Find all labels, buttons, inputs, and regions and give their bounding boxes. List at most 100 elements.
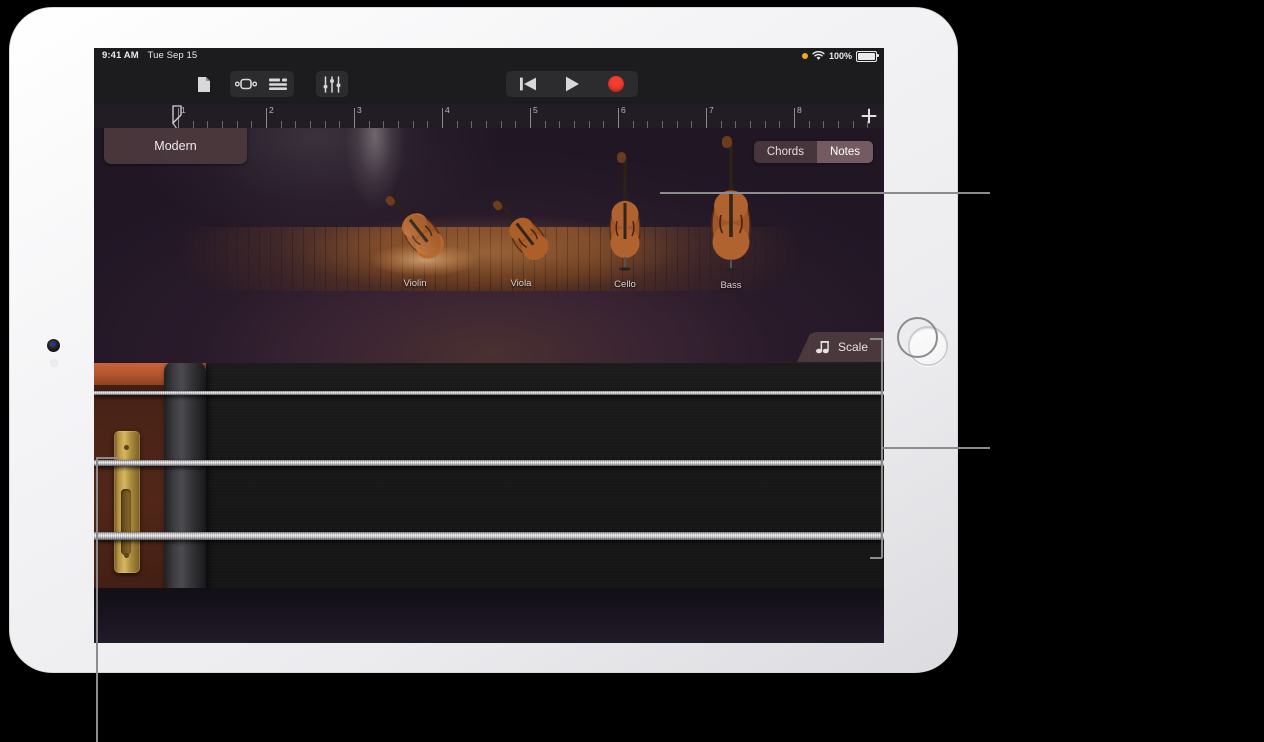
callout-line-tuner-horizontal [97,457,119,459]
ruler-tick-minor [588,121,590,128]
ambient-light-sensor-icon [51,360,57,366]
playhead[interactable] [172,105,184,128]
ruler-measure-label: 5 [533,105,538,115]
ruler-tick-minor [603,121,605,128]
instrument-cello[interactable]: Cello [594,151,656,290]
ruler-tick-minor [383,121,385,128]
style-button-modern[interactable]: Modern [104,128,247,164]
ruler-tick-minor [486,121,487,128]
playhead-icon [172,105,182,128]
timeline-ruler[interactable]: 12345678 [94,104,884,129]
ruler-measure-label: 2 [269,105,274,115]
tracks-view-icon [269,78,287,90]
ruler-tick-minor [632,121,634,128]
fx-sliders-icon [323,75,341,93]
instrument-label: Cello [614,279,636,290]
status-bar: 9:41 AM Tue Sep 15 100% [94,48,884,64]
string-instrument-fretboard[interactable] [94,363,884,643]
tailpiece-fine-tuner[interactable] [114,431,140,573]
ruler-tick-major [442,108,443,128]
callout-line-instruments [660,192,990,194]
record-icon [608,76,624,92]
callout-line-strings [881,447,990,449]
document-button[interactable] [190,71,218,97]
ruler-tick-minor [574,121,575,128]
ruler-tick-minor [647,121,649,128]
battery-percent-label: 100% [828,51,852,61]
front-camera-icon [47,339,60,352]
ruler-tick-minor [222,121,223,128]
wifi-icon [812,51,825,60]
ruler-tick-minor [324,121,326,128]
ruler-tick-minor [676,121,678,128]
fx-button[interactable] [316,71,348,97]
ruler-tick-minor [295,121,297,128]
ruler-tick-minor [852,121,854,128]
viola-icon [492,200,549,261]
status-bar-left: 9:41 AM Tue Sep 15 [102,48,197,64]
style-button-label: Modern [154,139,197,153]
cello-icon [609,152,641,271]
ruler-tick-minor [691,121,693,128]
instrument-view-button[interactable] [230,71,262,97]
ruler-tick-minor [720,121,722,128]
ruler-tick-minor [427,121,429,128]
ruler-measure-label: 4 [445,105,450,115]
instrument-view-icon [235,78,257,90]
ruler-tick-minor [544,121,546,128]
ruler-measure-label: 6 [621,105,626,115]
status-date: Tue Sep 15 [147,50,198,61]
battery-icon [856,50,879,62]
tracks-view-button[interactable] [262,71,294,97]
ipad-device-frame: 9:41 AM Tue Sep 15 100% 1 2 3 4 5 6 7 8 … [10,8,957,672]
ruler-tick-major [354,108,355,128]
transport-controls [506,71,638,97]
rewind-button[interactable] [506,71,550,97]
ruler-tick-minor [280,121,282,128]
instrument-viola[interactable]: Viola [478,185,564,289]
ruler-tick-major [618,108,619,128]
string-3[interactable] [94,532,884,540]
string-2[interactable] [94,460,884,466]
tab-notes[interactable]: Notes [816,141,873,163]
callout-home-button-highlight [897,317,938,358]
callout-bracket-strings-top [870,338,882,340]
ruler-tick-minor [764,121,766,128]
play-button[interactable] [550,71,594,97]
callout-line-tuner-vertical [96,457,98,742]
ruler-tick-minor [251,121,253,128]
recording-indicator-icon [801,53,808,59]
camera-lens [51,342,56,347]
ruler-tick-minor [838,121,839,128]
scale-button[interactable]: Scale [807,332,884,362]
double-eighth-note-icon [815,340,829,353]
ruler-tick-minor [750,121,751,128]
violin-icon [385,195,444,259]
plus-icon [861,108,877,124]
instrument-label: Viola [510,278,532,289]
scale-button-label: Scale [837,340,868,354]
app-toolbar: ? [94,64,884,147]
ruler-tick-major [530,108,531,128]
ruler-tick-minor [456,121,458,128]
record-button[interactable] [594,71,638,97]
ruler-measure-label: 8 [797,105,802,115]
ruler-tick-major [266,108,267,128]
ruler-tick-minor [515,121,517,128]
view-toggle-group [230,71,294,97]
add-track-button[interactable] [860,107,878,125]
ipad-screen: 9:41 AM Tue Sep 15 100% 1 2 3 4 5 6 7 8 … [94,48,884,643]
ruler-tick-minor [823,121,825,128]
ruler-tick-minor [559,121,561,128]
document-icon [198,76,210,92]
ruler-tick-minor [662,121,663,128]
status-time: 9:41 AM [102,50,139,61]
instrument-label: Violin [403,278,427,289]
tab-chords[interactable]: Chords [754,141,817,163]
ruler-tick-minor [207,121,209,128]
ruler-tick-minor [339,121,341,128]
instrument-stage: Violin Viola Cello Bass Modern Chords No… [94,128,884,363]
string-1[interactable] [94,391,884,395]
instrument-violin[interactable]: Violin [370,180,460,289]
ruler-tick-minor [735,121,737,128]
